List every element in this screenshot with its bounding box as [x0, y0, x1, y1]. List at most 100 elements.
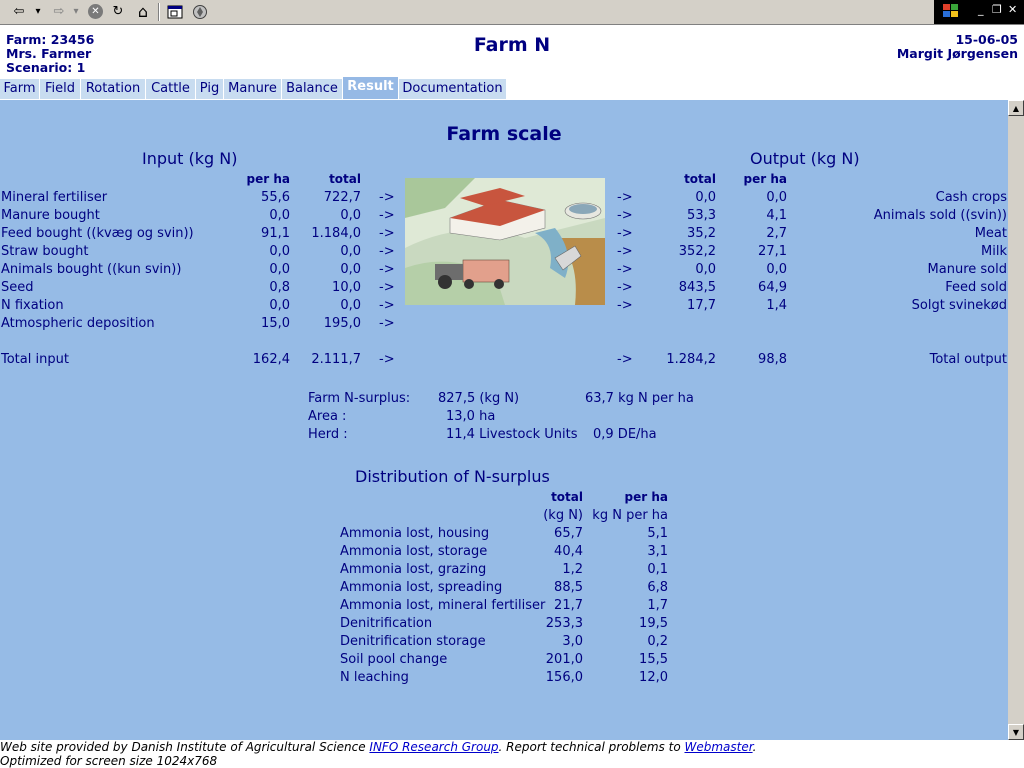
- total-output-per-ha: 98,8: [758, 352, 787, 367]
- total-output-label: Total output: [929, 352, 1007, 367]
- input-col-per-ha: per ha: [246, 172, 290, 186]
- tab-field[interactable]: Field: [40, 79, 81, 99]
- info-research-group-link[interactable]: INFO Research Group: [369, 740, 498, 754]
- output-arrow: ->: [617, 244, 633, 259]
- output-arrow: ->: [617, 262, 633, 277]
- distribution-total: 156,0: [545, 670, 583, 685]
- output-label: Manure sold: [927, 262, 1007, 277]
- tab-documentation[interactable]: Documentation: [399, 79, 507, 99]
- input-label: Straw bought: [1, 244, 89, 259]
- distribution-label: Denitrification storage: [340, 634, 486, 649]
- tab-rotation[interactable]: Rotation: [81, 79, 146, 99]
- output-label: Milk: [981, 244, 1007, 259]
- output-total: 0,0: [695, 190, 716, 205]
- input-label: N fixation: [1, 298, 64, 313]
- page-footer: Web site provided by Danish Institute of…: [0, 740, 1024, 768]
- output-col-total: total: [684, 172, 716, 186]
- page-header: Farm: 23456 Mrs. Farmer Scenario: 1 Farm…: [0, 25, 1024, 79]
- input-per-ha: 0,0: [269, 208, 290, 223]
- output-arrow: ->: [617, 280, 633, 295]
- distribution-label: Ammonia lost, housing: [340, 526, 490, 541]
- minimize-icon[interactable]: _: [978, 3, 984, 16]
- distribution-total: 1,2: [562, 562, 583, 577]
- input-label: Atmospheric deposition: [1, 316, 155, 331]
- distribution-total: 21,7: [554, 598, 583, 613]
- header-date: 15-06-05: [955, 32, 1018, 47]
- input-arrow: ->: [379, 190, 395, 205]
- tab-bar: Farm Field Rotation Cattle Pig Manure Ba…: [0, 77, 1024, 100]
- input-arrow: ->: [379, 352, 395, 367]
- input-label: Seed: [1, 280, 34, 295]
- back-button[interactable]: ⇦: [8, 2, 30, 21]
- total-output-total: 1.284,2: [666, 352, 716, 367]
- webmaster-link[interactable]: Webmaster: [684, 740, 752, 754]
- input-arrow: ->: [379, 226, 395, 241]
- distribution-label: Soil pool change: [340, 652, 448, 667]
- herd-per-ha: 0,9 DE/ha: [593, 427, 657, 442]
- output-per-ha: 0,0: [766, 190, 787, 205]
- output-arrow: ->: [617, 226, 633, 241]
- tab-manure[interactable]: Manure: [224, 79, 282, 99]
- footer-text: Web site provided by Danish Institute of…: [0, 740, 370, 754]
- output-total: 35,2: [687, 226, 716, 241]
- window-controls: _ ❐ ✕: [934, 0, 1024, 24]
- forward-button[interactable]: ⇨: [48, 2, 70, 21]
- output-total: 53,3: [687, 208, 716, 223]
- section-title: Farm scale: [446, 123, 562, 145]
- area-label: Area :: [308, 409, 347, 424]
- distribution-unit-total: (kg N): [543, 508, 583, 523]
- scroll-down-icon[interactable]: ▼: [1008, 724, 1024, 740]
- home-icon[interactable]: ⌂: [133, 2, 153, 21]
- area-value: 13,0 ha: [446, 409, 496, 424]
- output-per-ha: 4,1: [766, 208, 787, 223]
- footer-credit: Web site provided by Danish Institute of…: [0, 740, 756, 754]
- distribution-total: 253,3: [545, 616, 583, 631]
- output-heading: Output (kg N): [750, 149, 860, 168]
- footer-text: .: [752, 740, 757, 754]
- output-total: 0,0: [695, 262, 716, 277]
- input-total: 0,0: [340, 298, 361, 313]
- output-arrow: ->: [617, 352, 633, 367]
- close-icon[interactable]: ✕: [1008, 3, 1017, 16]
- tab-result[interactable]: Result: [343, 77, 399, 99]
- distribution-per-ha: 3,1: [647, 544, 668, 559]
- herd-value: 11,4 Livestock Units: [446, 427, 578, 442]
- input-heading: Input (kg N): [142, 149, 238, 168]
- back-dropdown-icon[interactable]: ▾: [32, 2, 44, 21]
- tab-balance[interactable]: Balance: [282, 79, 343, 99]
- refresh-icon[interactable]: ↻: [108, 2, 128, 21]
- output-arrow: ->: [617, 208, 633, 223]
- distribution-per-ha: 5,1: [647, 526, 668, 541]
- input-total: 195,0: [323, 316, 361, 331]
- output-per-ha: 0,0: [766, 262, 787, 277]
- distribution-per-ha: 6,8: [647, 580, 668, 595]
- distribution-per-ha: 0,2: [647, 634, 668, 649]
- media-icon[interactable]: [190, 2, 210, 21]
- input-arrow: ->: [379, 262, 395, 277]
- total-input-per-ha: 162,4: [252, 352, 290, 367]
- distribution-col-total: total: [551, 490, 583, 504]
- input-col-total: total: [329, 172, 361, 186]
- output-col-per-ha: per ha: [743, 172, 787, 186]
- input-label: Animals bought ((kun svin)): [1, 262, 182, 277]
- output-label: Meat: [974, 226, 1007, 241]
- distribution-total: 3,0: [562, 634, 583, 649]
- tab-cattle[interactable]: Cattle: [146, 79, 196, 99]
- distribution-per-ha: 12,0: [639, 670, 668, 685]
- output-total: 843,5: [678, 280, 716, 295]
- stop-icon[interactable]: ✕: [88, 4, 103, 19]
- distribution-per-ha: 19,5: [639, 616, 668, 631]
- fullscreen-icon[interactable]: [165, 2, 185, 21]
- scroll-up-icon[interactable]: ▲: [1008, 100, 1024, 116]
- forward-dropdown-icon[interactable]: ▾: [70, 2, 82, 21]
- output-label: Animals sold ((svin)): [873, 208, 1007, 223]
- distribution-label: N leaching: [340, 670, 409, 685]
- input-per-ha: 0,0: [269, 262, 290, 277]
- restore-icon[interactable]: ❐: [992, 3, 1002, 16]
- tab-farm[interactable]: Farm: [0, 79, 40, 99]
- tab-pig[interactable]: Pig: [196, 79, 224, 99]
- input-per-ha: 15,0: [261, 316, 290, 331]
- surplus-label: Farm N-surplus:: [308, 391, 411, 406]
- vertical-scrollbar[interactable]: ▲ ▼: [1008, 100, 1024, 740]
- distribution-col-per-ha: per ha: [624, 490, 668, 504]
